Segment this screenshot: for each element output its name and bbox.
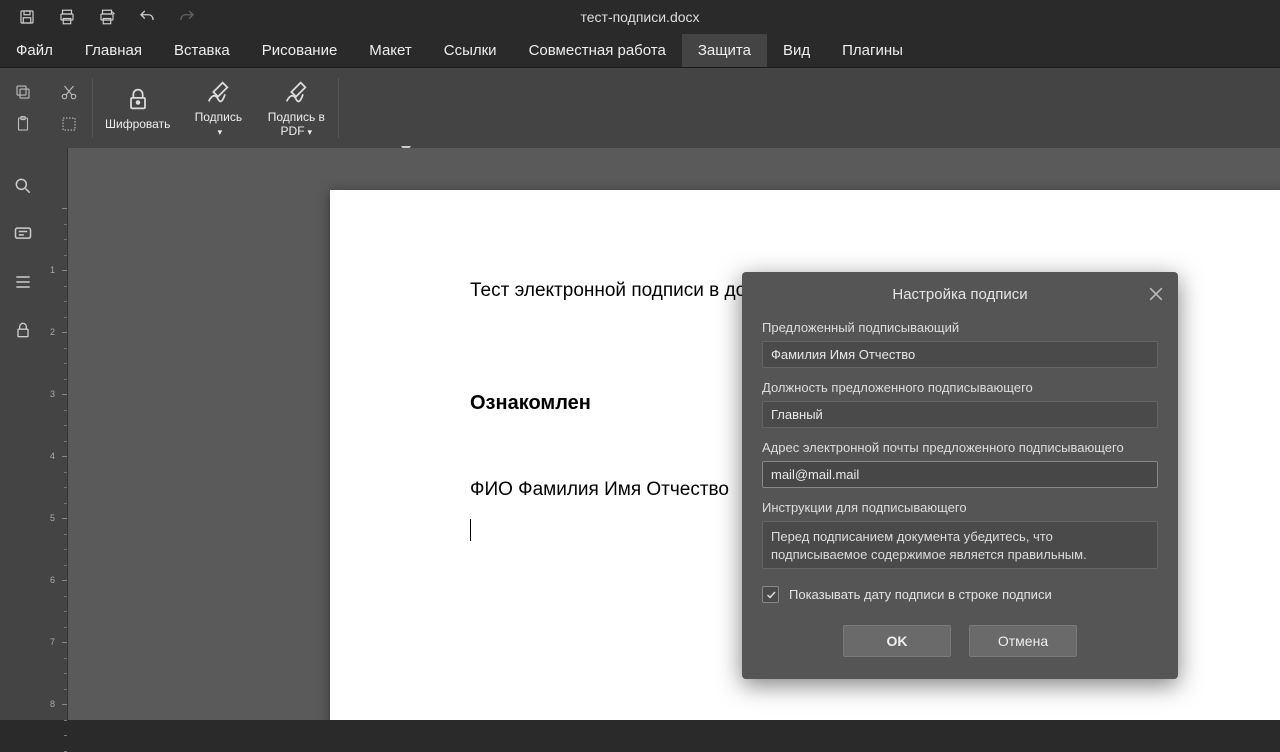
dialog-footer: OK Отмена [762, 625, 1158, 661]
email-input[interactable] [762, 461, 1158, 488]
save-icon[interactable] [18, 8, 36, 26]
signature-label: Подпись▾ [195, 110, 243, 139]
headings-icon[interactable] [13, 272, 33, 292]
left-sidebar [0, 148, 46, 720]
instructions-label: Инструкции для подписывающего [762, 500, 1158, 515]
pdf-signature-icon [282, 78, 310, 106]
menu-references[interactable]: Ссылки [428, 34, 513, 67]
select-icon[interactable] [60, 115, 78, 133]
print-icon[interactable] [58, 8, 76, 26]
position-label: Должность предложенного подписывающего [762, 380, 1158, 395]
menu-layout[interactable]: Макет [353, 34, 427, 67]
vertical-ruler[interactable]: 12345678 [46, 148, 68, 720]
cut-icon[interactable] [60, 83, 78, 101]
close-icon[interactable] [1146, 284, 1166, 304]
search-icon[interactable] [13, 176, 33, 196]
text-cursor [470, 519, 471, 541]
menu-file[interactable]: Файл [0, 34, 69, 67]
show-date-label: Показывать дату подписи в строке подписи [789, 587, 1052, 602]
protect-icon[interactable] [13, 320, 33, 340]
pdf-signature-button[interactable]: Подпись вPDF▾ [266, 78, 326, 139]
menu-draw[interactable]: Рисование [246, 34, 354, 67]
dialog-title: Настройка подписи [892, 286, 1027, 303]
lock-icon [124, 85, 152, 113]
cancel-button[interactable]: Отмена [969, 625, 1077, 657]
signer-label: Предложенный подписывающий [762, 320, 1158, 335]
dialog-body: Предложенный подписывающий Должность пре… [742, 316, 1178, 679]
signer-input[interactable] [762, 341, 1158, 368]
encrypt-button[interactable]: Шифровать [105, 85, 170, 131]
instructions-input[interactable] [762, 521, 1158, 569]
clipboard-mini2 [46, 68, 92, 148]
menu-collaboration[interactable]: Совместная работа [513, 34, 682, 67]
dialog-header[interactable]: Настройка подписи [742, 272, 1178, 316]
menu-view[interactable]: Вид [767, 34, 826, 67]
quick-actions [0, 8, 196, 26]
signature-icon [204, 78, 232, 106]
paste-icon[interactable] [14, 115, 32, 133]
redo-icon[interactable] [178, 8, 196, 26]
email-label: Адрес электронной почты предложенного по… [762, 440, 1158, 455]
menu-plugins[interactable]: Плагины [826, 34, 919, 67]
protect-group: Шифровать Подпись▾ Подпись вPDF▾ [93, 68, 338, 148]
show-date-checkbox[interactable] [762, 586, 779, 603]
quick-print-icon[interactable] [98, 8, 116, 26]
signature-settings-dialog: Настройка подписи Предложенный подписыва… [742, 272, 1178, 679]
pdf-signature-label: Подпись вPDF▾ [268, 110, 325, 139]
menu-protect[interactable]: Защита [682, 34, 767, 67]
ok-button[interactable]: OK [843, 625, 951, 657]
comments-icon[interactable] [13, 224, 33, 244]
menu-home[interactable]: Главная [69, 34, 158, 67]
copy-icon[interactable] [14, 83, 32, 101]
clipboard-mini [0, 68, 46, 148]
title-bar: тест-подписи.docx [0, 0, 1280, 34]
encrypt-label: Шифровать [105, 117, 170, 131]
menu-bar: Файл Главная Вставка Рисование Макет Ссы… [0, 34, 1280, 68]
menu-insert[interactable]: Вставка [158, 34, 246, 67]
ribbon: Шифровать Подпись▾ Подпись вPDF▾ [0, 68, 1280, 148]
signature-button[interactable]: Подпись▾ [188, 78, 248, 139]
position-input[interactable] [762, 401, 1158, 428]
undo-icon[interactable] [138, 8, 156, 26]
